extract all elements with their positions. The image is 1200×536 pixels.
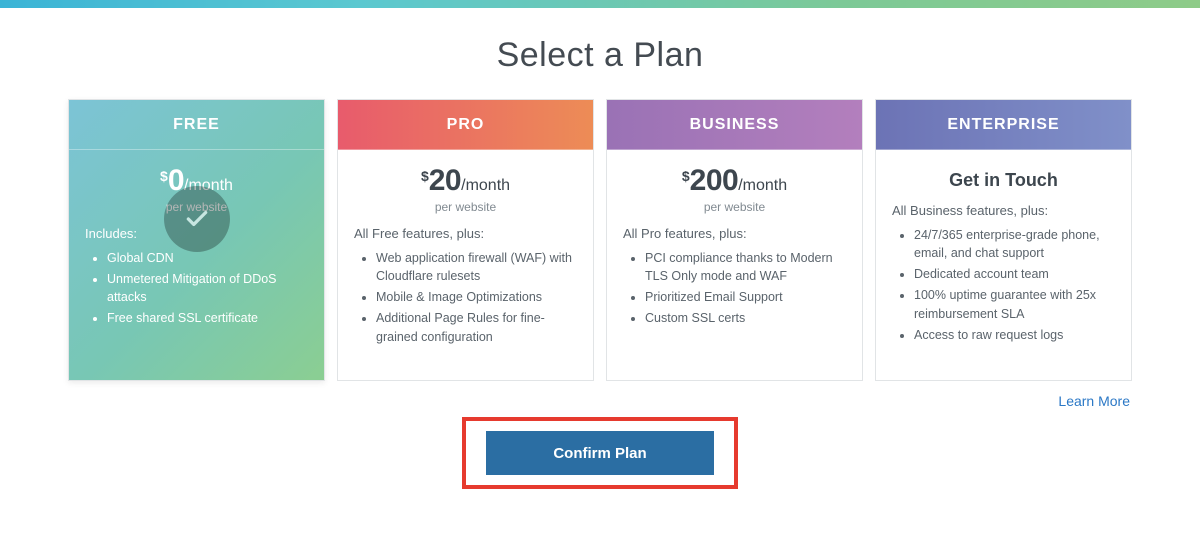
price-amount-pro: 20 xyxy=(429,164,461,197)
plan-header-free: FREE xyxy=(69,100,324,150)
learn-more-row: Learn More xyxy=(0,381,1200,411)
plan-card-pro[interactable]: PRO $20/month per website All Free featu… xyxy=(337,99,594,381)
feature-item: Prioritized Email Support xyxy=(645,288,846,306)
features-enterprise: 24/7/365 enterprise-grade phone, email, … xyxy=(892,226,1115,344)
plan-header-enterprise: ENTERPRISE xyxy=(876,100,1131,150)
lead-enterprise: All Business features, plus: xyxy=(892,203,1115,218)
features-free: Global CDN Unmetered Mitigation of DDoS … xyxy=(85,249,308,328)
features-business: PCI compliance thanks to Modern TLS Only… xyxy=(623,249,846,328)
plans-row: FREE $0/month per website Includes: Glob… xyxy=(0,99,1200,381)
plan-header-business: BUSINESS xyxy=(607,100,862,150)
page-title: Select a Plan xyxy=(0,36,1200,75)
feature-item: Global CDN xyxy=(107,249,308,267)
lead-pro: All Free features, plus: xyxy=(354,226,577,241)
feature-item: Unmetered Mitigation of DDoS attacks xyxy=(107,270,308,306)
feature-item: Custom SSL certs xyxy=(645,309,846,327)
feature-item: Mobile & Image Optimizations xyxy=(376,288,577,306)
learn-more-link[interactable]: Learn More xyxy=(1058,393,1130,409)
plan-card-enterprise[interactable]: ENTERPRISE Get in Touch All Business fea… xyxy=(875,99,1132,381)
plan-card-business[interactable]: BUSINESS $200/month per website All Pro … xyxy=(606,99,863,381)
per-website-pro: per website xyxy=(354,200,577,214)
top-gradient-bar xyxy=(0,0,1200,8)
features-pro: Web application firewall (WAF) with Clou… xyxy=(354,249,577,346)
price-per-business: /month xyxy=(738,177,787,194)
feature-item: Web application firewall (WAF) with Clou… xyxy=(376,249,577,285)
feature-item: 100% uptime guarantee with 25x reimburse… xyxy=(914,286,1115,322)
price-pro: $20/month xyxy=(354,164,577,198)
feature-item: Additional Page Rules for fine-grained c… xyxy=(376,309,577,345)
plan-header-pro: PRO xyxy=(338,100,593,150)
lead-business: All Pro features, plus: xyxy=(623,226,846,241)
get-in-touch-label: Get in Touch xyxy=(892,164,1115,191)
feature-item: Free shared SSL certificate xyxy=(107,309,308,327)
confirm-plan-button[interactable]: Confirm Plan xyxy=(486,431,714,475)
plan-card-free[interactable]: FREE $0/month per website Includes: Glob… xyxy=(68,99,325,381)
feature-item: PCI compliance thanks to Modern TLS Only… xyxy=(645,249,846,285)
feature-item: 24/7/365 enterprise-grade phone, email, … xyxy=(914,226,1115,262)
confirm-highlight-box: Confirm Plan xyxy=(462,417,738,489)
price-per-pro: /month xyxy=(461,177,510,194)
per-website-business: per website xyxy=(623,200,846,214)
feature-item: Access to raw request logs xyxy=(914,326,1115,344)
selected-check-icon xyxy=(164,186,230,252)
feature-item: Dedicated account team xyxy=(914,265,1115,283)
price-amount-business: 200 xyxy=(690,164,739,197)
price-business: $200/month xyxy=(623,164,846,198)
